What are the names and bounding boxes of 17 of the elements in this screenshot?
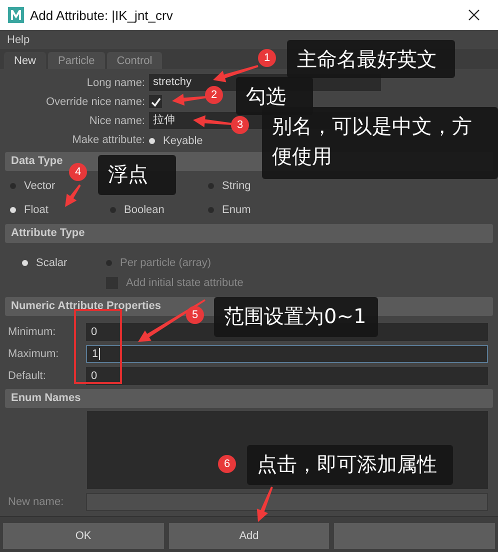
field-label: Nice name:: [88, 114, 145, 126]
window-title: Add Attribute: |IK_jnt_crv: [30, 8, 174, 22]
field-label: Default:: [8, 370, 47, 382]
callout-tooltip: 浮点: [98, 155, 176, 195]
field-label: Maximum:: [8, 348, 60, 360]
callout-tooltip: 主命名最好英文: [287, 40, 455, 78]
field-label: Long name:: [86, 76, 145, 88]
number-badge-tooltip: 4: [69, 163, 87, 181]
callout-tooltip: 别名，可以是中文，方便使用: [262, 107, 498, 179]
field-label: Override nice name:: [44, 96, 145, 108]
callout-tooltip: 点击，即可添加属性: [247, 445, 453, 485]
field-label: New name:: [8, 496, 65, 508]
field-label: Make attribute:: [71, 134, 145, 146]
field-label: Minimum:: [8, 326, 57, 338]
number-badge-tooltip: 2: [205, 86, 223, 104]
number-badge-tooltip: 3: [231, 116, 249, 134]
callout-tooltip: 范围设置为0~1: [214, 297, 378, 337]
